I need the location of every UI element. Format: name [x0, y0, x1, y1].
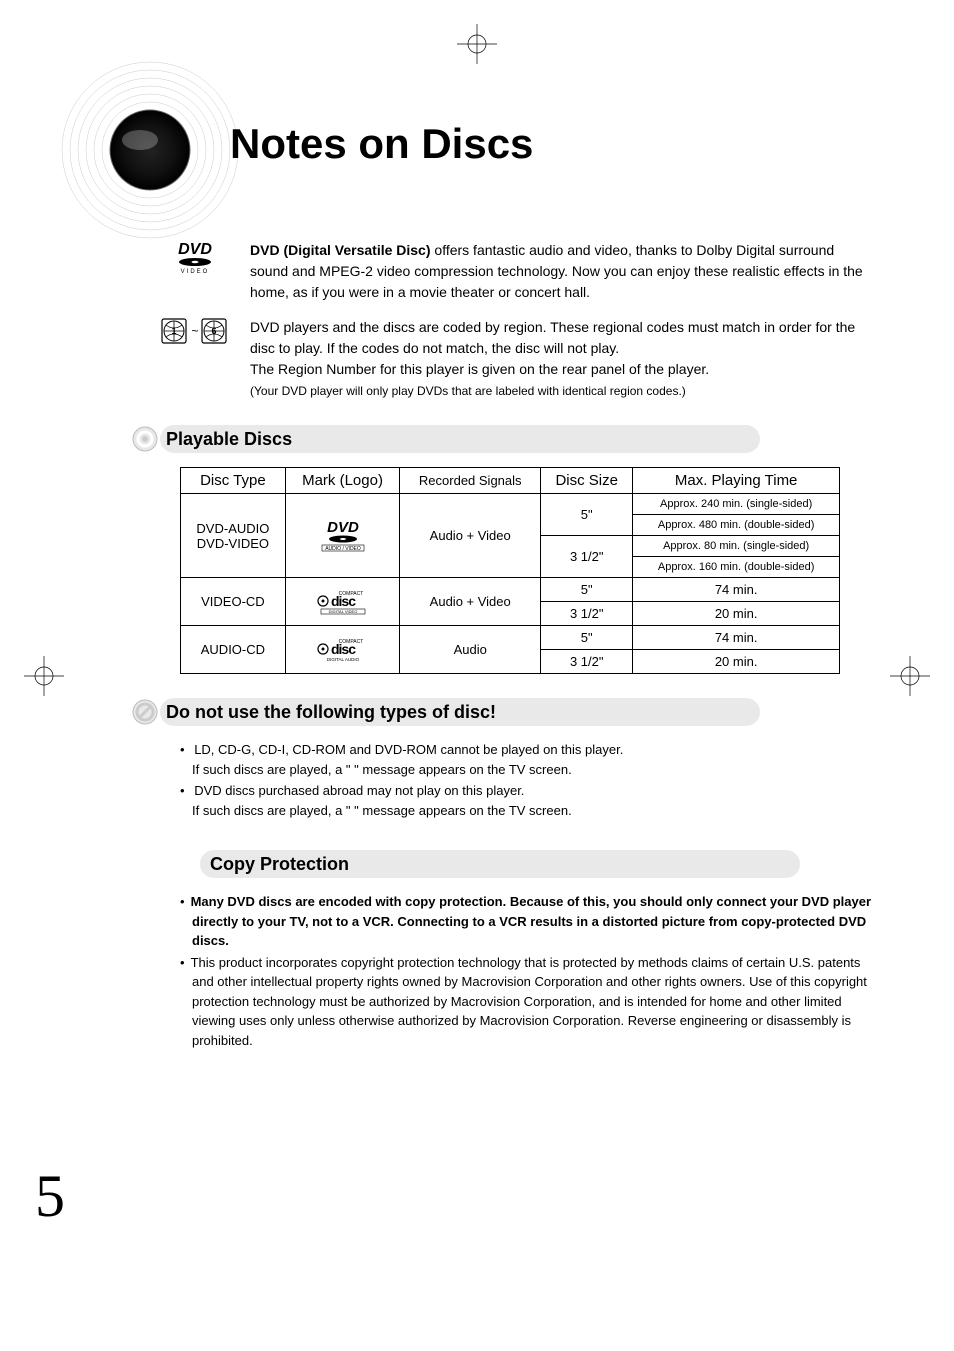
svg-text:VIDEO: VIDEO	[181, 269, 210, 274]
do-not-use-list: LD, CD-G, CD-I, CD-ROM and DVD-ROM canno…	[180, 740, 874, 820]
section-playable-discs: Playable Discs	[160, 425, 760, 453]
cell-dvd-t3: Approx. 80 min. (single-sided)	[633, 536, 840, 557]
section-label: Copy Protection	[210, 854, 349, 875]
region-note: (Your DVD player will only play DVDs tha…	[250, 384, 686, 398]
crop-mark-right	[890, 656, 930, 696]
cell-vcd-logo: COMPACT disc DIGITAL VIDEO	[285, 578, 399, 626]
th-size: Disc Size	[541, 468, 633, 494]
region-p1: DVD players and the discs are coded by r…	[250, 319, 855, 356]
svg-text:AUDIO / VIDEO: AUDIO / VIDEO	[325, 546, 361, 552]
cell-dvd-s2: 3 1/2"	[541, 536, 633, 578]
cell-dvd-t2: Approx. 480 min. (double-sided)	[633, 515, 840, 536]
svg-text:disc: disc	[331, 593, 356, 609]
cell-acd-type: AUDIO-CD	[181, 626, 286, 674]
cell-dvd-t1: Approx. 240 min. (single-sided)	[633, 494, 840, 515]
cell-acd-s1: 5"	[541, 626, 633, 650]
target-icon	[132, 426, 158, 452]
cell-dvd-signals: Audio + Video	[400, 494, 541, 578]
intro-paragraph-1: DVD (Digital Versatile Disc) offers fant…	[250, 240, 874, 303]
region-p2: The Region Number for this player is giv…	[250, 361, 709, 377]
cell-acd-logo: COMPACT disc DIGITAL AUDIO	[285, 626, 399, 674]
th-signals: Recorded Signals	[400, 468, 541, 494]
list-item: This product incorporates copyright prot…	[180, 953, 874, 1051]
intro-paragraph-2: DVD players and the discs are coded by r…	[250, 317, 874, 401]
region-code-icons: 1 ~ 6	[160, 317, 230, 401]
prohibit-icon	[132, 699, 158, 725]
section-label: Playable Discs	[166, 429, 292, 450]
copy-protection-list: Many DVD discs are encoded with copy pro…	[180, 892, 874, 1050]
section-label: Do not use the following types of disc!	[166, 702, 496, 723]
crop-mark-top	[457, 24, 497, 64]
svg-text:DIGITAL AUDIO: DIGITAL AUDIO	[326, 657, 359, 662]
cell-vcd-signals: Audio + Video	[400, 578, 541, 626]
cell-vcd-s1: 5"	[541, 578, 633, 602]
section-copy-protection: Copy Protection	[200, 850, 800, 878]
svg-text:6: 6	[211, 326, 216, 336]
playable-discs-table: Disc Type Mark (Logo) Recorded Signals D…	[180, 467, 840, 674]
svg-text:~: ~	[191, 324, 198, 338]
list-item: DVD discs purchased abroad may not play …	[180, 781, 874, 820]
svg-text:disc: disc	[331, 641, 356, 657]
th-type: Disc Type	[181, 468, 286, 494]
list-item: LD, CD-G, CD-I, CD-ROM and DVD-ROM canno…	[180, 740, 874, 779]
th-time: Max. Playing Time	[633, 468, 840, 494]
page-title: Notes on Discs	[230, 120, 533, 168]
cell-dvd-t4: Approx. 160 min. (double-sided)	[633, 557, 840, 578]
th-logo: Mark (Logo)	[285, 468, 399, 494]
cell-acd-t1: 74 min.	[633, 626, 840, 650]
cell-acd-s2: 3 1/2"	[541, 650, 633, 674]
svg-text:DIGITAL VIDEO: DIGITAL VIDEO	[328, 609, 357, 614]
cell-acd-signals: Audio	[400, 626, 541, 674]
dvd-label: DVD (Digital Versatile Disc)	[250, 242, 431, 258]
cell-dvd-s1: 5"	[541, 494, 633, 536]
cell-vcd-s2: 3 1/2"	[541, 602, 633, 626]
svg-text:1: 1	[171, 326, 176, 336]
svg-text:DVD: DVD	[327, 520, 359, 536]
cell-dvd-logo: DVD AUDIO / VIDEO	[285, 494, 399, 578]
cell-dvd-type: DVD-AUDIODVD-VIDEO	[181, 494, 286, 578]
page-number: 5	[35, 1162, 65, 1231]
crop-mark-left	[24, 656, 64, 696]
cell-acd-t2: 20 min.	[633, 650, 840, 674]
list-item: Many DVD discs are encoded with copy pro…	[180, 892, 874, 951]
cell-vcd-t1: 74 min.	[633, 578, 840, 602]
cell-vcd-type: VIDEO-CD	[181, 578, 286, 626]
cell-vcd-t2: 20 min.	[633, 602, 840, 626]
section-do-not-use: Do not use the following types of disc!	[160, 698, 760, 726]
